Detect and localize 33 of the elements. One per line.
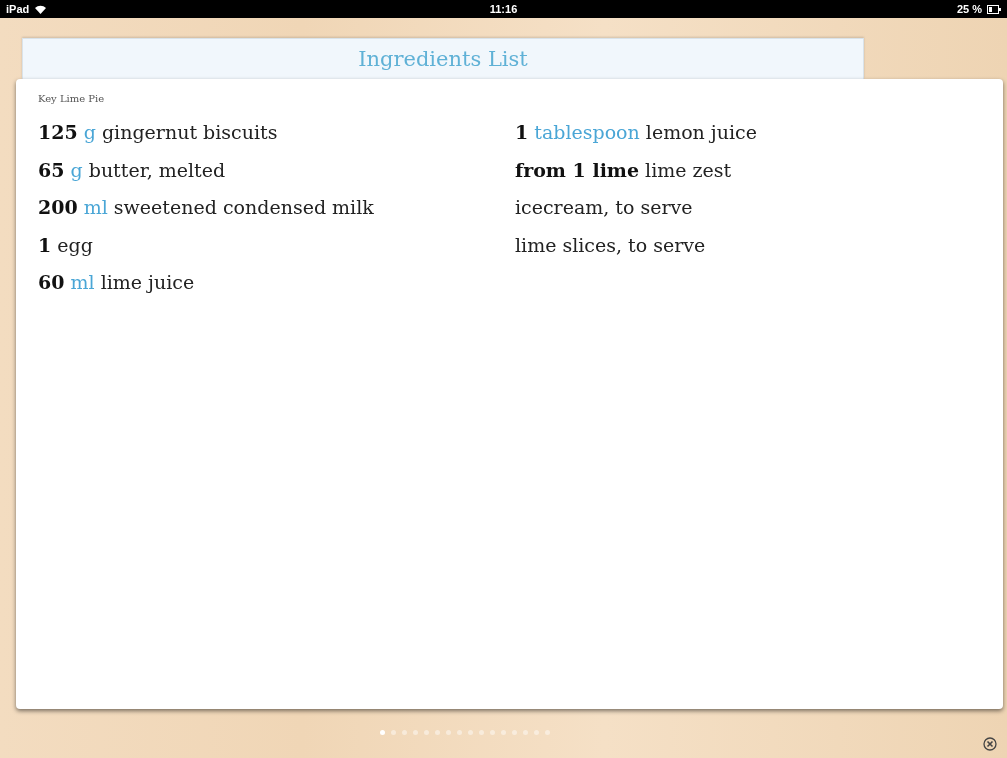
ingredient-line: 1 tablespoon lemon juice	[515, 120, 758, 145]
ingredient-line: lime slices, to serve	[515, 232, 707, 258]
ingredient-line: 200 ml sweetened condensed milk	[38, 195, 375, 220]
recipe-name: Key Lime Pie	[38, 93, 106, 104]
page-dot[interactable]	[412, 729, 418, 735]
ingredient-line: icecream, to serve	[515, 195, 694, 220]
page-dot[interactable]	[511, 729, 517, 735]
battery-icon	[987, 4, 1001, 14]
status-time: 11:16	[489, 3, 518, 15]
device-name: iPad	[6, 3, 30, 15]
page-dot[interactable]	[467, 729, 473, 735]
page-dot[interactable]	[445, 729, 451, 735]
page-dot[interactable]	[489, 729, 495, 735]
wifi-icon	[34, 4, 48, 14]
ingredient-line: 1 egg	[38, 232, 94, 258]
page-dot[interactable]	[478, 729, 484, 735]
page-dot[interactable]	[533, 729, 539, 735]
ingredient-line: from 1 lime lime zest	[515, 157, 733, 183]
ingredient-line: 65 g butter, melted	[38, 157, 227, 183]
battery-percent: 25 %	[956, 3, 982, 15]
header-title: Ingredients List	[358, 47, 528, 71]
page-dot[interactable]	[434, 729, 440, 735]
page-dot[interactable]	[401, 729, 407, 735]
page-dot[interactable]	[423, 729, 429, 735]
page-dot[interactable]	[544, 729, 550, 735]
page-dot[interactable]	[522, 729, 528, 735]
ingredient-line: 125 g gingernut biscuits	[38, 120, 279, 145]
ingredient-line: 60 ml lime juice	[38, 270, 196, 295]
page-dot[interactable]	[390, 729, 396, 735]
close-icon[interactable]	[983, 737, 997, 751]
page-dot[interactable]	[456, 729, 462, 735]
page-dot[interactable]	[500, 729, 506, 735]
page-dot[interactable]	[379, 729, 385, 735]
